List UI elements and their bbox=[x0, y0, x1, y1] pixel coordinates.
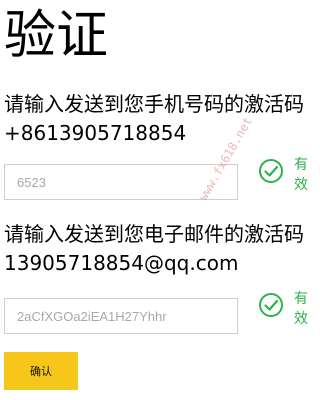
email-code-status: 有效 bbox=[258, 286, 318, 334]
page-title: 验证 bbox=[4, 6, 109, 66]
valid-status-text: 有效 bbox=[294, 157, 308, 193]
check-circle-icon bbox=[259, 159, 283, 183]
confirm-button[interactable]: 确认 bbox=[4, 352, 78, 390]
email-code-input[interactable] bbox=[4, 298, 238, 334]
phone-code-prompt: 请输入发送到您手机号码的激活码 +8613905718854 bbox=[4, 92, 304, 145]
email-code-prompt: 请输入发送到您电子邮件的激活码 13905718854@qq.com bbox=[4, 222, 304, 275]
valid-status-text: 有效 bbox=[294, 291, 308, 327]
phone-code-input[interactable] bbox=[4, 164, 238, 200]
verification-page: 验证 请输入发送到您手机号码的激活码 +8613905718854 有效 请输入… bbox=[0, 0, 320, 400]
check-circle-icon bbox=[259, 293, 283, 317]
phone-code-status: 有效 bbox=[258, 152, 318, 200]
